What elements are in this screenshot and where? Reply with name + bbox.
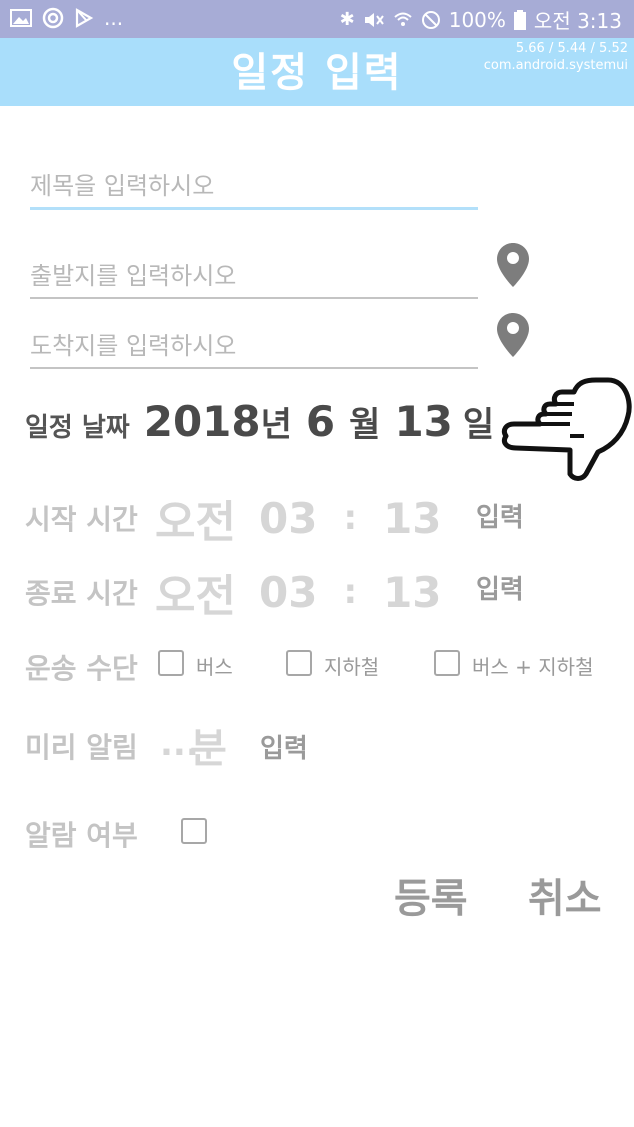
- start-time-input-button[interactable]: 입력: [476, 497, 524, 534]
- debug-fps: 5.66 / 5.44 / 5.52: [515, 41, 628, 56]
- bus-checkbox[interactable]: [158, 650, 184, 676]
- date-month: 6: [305, 397, 336, 446]
- bluetooth-icon: ✱: [339, 9, 355, 30]
- schedule-date-row[interactable]: 일정 날짜 2018 년 6 월 13 일: [25, 397, 508, 446]
- start-time-row: 시작 시간 오전 03 : 13: [25, 486, 442, 550]
- subway-option-label[interactable]: 지하철: [324, 651, 379, 680]
- start-time-hour[interactable]: 03: [259, 494, 317, 543]
- date-day: 13: [394, 397, 453, 446]
- alarm-checkbox[interactable]: [181, 818, 207, 844]
- date-year: 2018: [143, 397, 261, 446]
- bus-subway-checkbox[interactable]: [434, 650, 460, 676]
- reminder-label: 미리 알림: [25, 731, 138, 764]
- end-time-ampm[interactable]: 오전: [155, 560, 259, 624]
- start-time-minute[interactable]: 13: [383, 494, 441, 543]
- start-time-label: 시작 시간: [25, 503, 138, 536]
- end-time-row: 종료 시간 오전 03 : 13: [25, 560, 442, 624]
- register-button[interactable]: 등록: [394, 866, 468, 924]
- mute-icon: [364, 12, 384, 27]
- subway-checkbox[interactable]: [286, 650, 312, 676]
- date-year-unit: 년: [260, 405, 292, 445]
- status-bar: ... ✱ 100% 오전 3:13: [0, 0, 634, 38]
- transport-label: 운송 수단: [25, 652, 138, 685]
- sync-icon: [42, 7, 64, 29]
- start-time-ampm[interactable]: 오전: [155, 486, 259, 550]
- battery-icon: [513, 9, 526, 30]
- end-time-minute[interactable]: 13: [383, 568, 441, 617]
- bus-option-label[interactable]: 버스: [196, 651, 233, 680]
- battery-percent: 100%: [448, 7, 506, 32]
- app-bar: 일정 입력 5.66 / 5.44 / 5.52 com.android.sys…: [0, 38, 634, 106]
- date-label: 일정 날짜: [25, 413, 130, 443]
- play-store-icon: [75, 8, 94, 28]
- end-time-hour[interactable]: 03: [259, 568, 317, 617]
- no-sim-icon: [421, 10, 440, 29]
- debug-package: com.android.systemui: [483, 58, 628, 73]
- notification-icons: ...: [10, 6, 123, 30]
- date-day-unit: 일: [462, 405, 495, 445]
- date-month-unit: 월: [349, 405, 381, 445]
- departure-input[interactable]: 출발지를 입력하시오: [30, 256, 478, 299]
- wifi-icon: [394, 12, 412, 26]
- end-time-label: 종료 시간: [25, 577, 138, 610]
- more-notifications: ...: [104, 6, 124, 30]
- clock: 오전 3:13: [533, 9, 622, 33]
- reminder-input-button[interactable]: 입력: [260, 728, 308, 765]
- title-input[interactable]: 제목을 입력하시오: [30, 166, 478, 210]
- alarm-label: 알람 여부: [25, 819, 138, 852]
- cancel-button[interactable]: 취소: [528, 866, 602, 924]
- pointing-hand-icon: [501, 377, 632, 481]
- end-time-separator: :: [343, 572, 358, 612]
- end-time-input-button[interactable]: 입력: [476, 569, 524, 606]
- image-icon: [10, 9, 32, 27]
- bus-subway-option-label[interactable]: 버스 + 지하철: [472, 651, 593, 680]
- reminder-minutes-unit: 분: [190, 726, 227, 772]
- departure-location-pin-icon[interactable]: [496, 242, 530, 288]
- arrival-location-pin-icon[interactable]: [496, 312, 530, 358]
- system-icons: ✱ 100% 오전 3:13: [340, 5, 622, 34]
- start-time-separator: :: [343, 498, 358, 538]
- debug-overlay: 5.66 / 5.44 / 5.52 com.android.systemui: [484, 40, 628, 74]
- arrival-input[interactable]: 도착지를 입력하시오: [30, 326, 478, 369]
